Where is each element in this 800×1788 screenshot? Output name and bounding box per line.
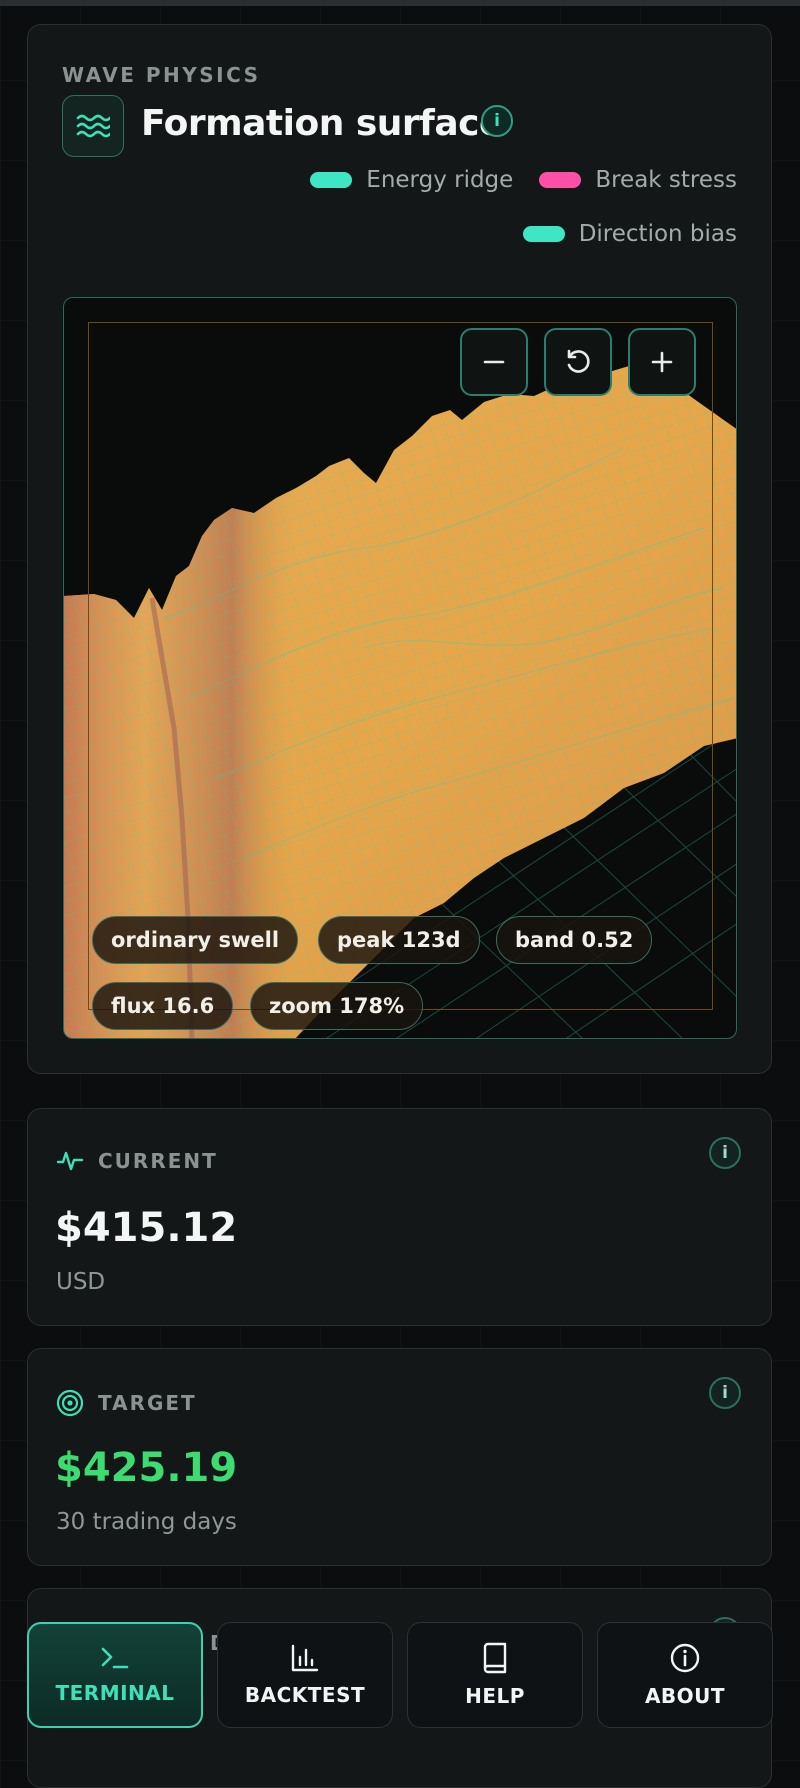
nav-terminal-label: TERMINAL: [55, 1681, 175, 1705]
target-label: TARGET: [98, 1391, 197, 1415]
top-divider: [0, 0, 800, 6]
minus-icon: [483, 360, 505, 364]
legend-row-1: Energy ridge Break stress: [310, 167, 737, 193]
reset-icon: [567, 349, 590, 373]
legend-energy-ridge: Energy ridge: [310, 167, 513, 193]
nav-backtest-label: BACKTEST: [244, 1683, 366, 1707]
terminal-icon: [101, 1647, 129, 1669]
nav-help-label: HELP: [465, 1684, 525, 1708]
legend-break-stress: Break stress: [539, 167, 737, 193]
info-icon: i: [722, 1143, 728, 1163]
chip-flux: flux 16.6: [92, 982, 234, 1030]
nav-terminal[interactable]: TERMINAL: [27, 1622, 203, 1728]
info-icon: i: [494, 111, 500, 131]
page-title: Formation surface: [141, 103, 503, 144]
legend-swatch: [522, 226, 565, 242]
current-value: $415.12: [55, 1205, 238, 1251]
plus-icon: [651, 351, 673, 373]
formation-surface-card: WAVE PHYSICS Formation surface i Energy …: [27, 24, 772, 1074]
title-info-button[interactable]: i: [481, 105, 513, 137]
current-info-button[interactable]: i: [709, 1137, 741, 1169]
chip-band: band 0.52: [496, 916, 653, 964]
target-icon: [56, 1389, 84, 1417]
bar-chart-icon: [291, 1644, 319, 1672]
chip-peak: peak 123d: [318, 916, 480, 964]
target-horizon: 30 trading days: [56, 1509, 237, 1535]
legend-direction-bias: Direction bias: [522, 221, 737, 247]
legend-row-2: Direction bias: [522, 221, 737, 247]
surface-viewport[interactable]: ordinary swell peak 123d band 0.52 flux …: [63, 297, 737, 1039]
current-currency: USD: [56, 1269, 106, 1295]
legend-swatch: [539, 172, 582, 188]
nav-help[interactable]: HELP: [407, 1622, 583, 1728]
book-icon: [483, 1642, 507, 1674]
activity-icon: [56, 1151, 84, 1171]
legend-swatch: [310, 172, 353, 188]
nav-about[interactable]: ABOUT: [597, 1622, 773, 1728]
target-value: $425.19: [55, 1445, 238, 1491]
chip-zoom: zoom 178%: [250, 982, 424, 1030]
legend-label: Energy ridge: [366, 167, 514, 193]
target-info-button[interactable]: i: [709, 1377, 741, 1409]
nav-about-label: ABOUT: [644, 1684, 726, 1708]
info-icon: [670, 1643, 700, 1673]
current-label: CURRENT: [98, 1149, 218, 1173]
current-card: CURRENT i $415.12 USD: [27, 1108, 772, 1326]
info-icon: i: [722, 1383, 728, 1403]
zoom-in-button[interactable]: [628, 328, 696, 396]
reset-view-button[interactable]: [544, 328, 612, 396]
legend-label: Break stress: [595, 167, 737, 193]
legend-label: Direction bias: [578, 221, 737, 247]
target-card: TARGET i $425.19 30 trading days: [27, 1348, 772, 1566]
chip-regime: ordinary swell: [92, 916, 299, 964]
section-eyebrow: WAVE PHYSICS: [62, 63, 261, 87]
zoom-out-button[interactable]: [460, 328, 528, 396]
waves-icon: [62, 95, 124, 157]
nav-backtest[interactable]: BACKTEST: [217, 1622, 393, 1728]
